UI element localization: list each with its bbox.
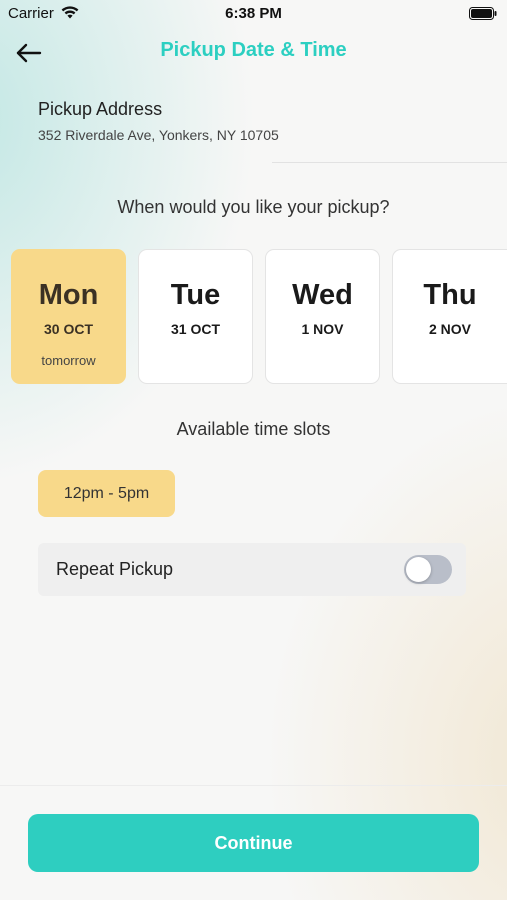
day-card-thu[interactable]: Thu 2 NOV: [392, 249, 507, 384]
pickup-address-label: Pickup Address: [38, 99, 163, 119]
repeat-pickup-toggle[interactable]: [404, 555, 452, 584]
day-date: 1 NOV: [301, 321, 344, 337]
address-divider: [272, 162, 507, 163]
day-name: Wed: [292, 279, 353, 311]
status-time: 6:38 PM: [225, 5, 282, 22]
day-date: 2 NOV: [428, 321, 471, 337]
day-card-tue[interactable]: Tue 31 OCT: [138, 249, 253, 384]
time-slot-button[interactable]: 12pm - 5pm: [38, 470, 175, 517]
day-name: Mon: [38, 279, 99, 311]
day-subtitle: tomorrow: [41, 353, 96, 368]
day-card-mon[interactable]: Mon 30 OCT tomorrow: [11, 249, 126, 384]
battery-icon: [469, 7, 497, 20]
repeat-pickup-label: Repeat Pickup: [56, 559, 174, 579]
pickup-address-value: 352 Riverdale Ave, Yonkers, NY 10705: [38, 127, 279, 143]
bottom-divider: [0, 785, 507, 786]
day-name: Thu: [423, 279, 477, 311]
toggle-knob: [406, 557, 431, 582]
time-slots-title: Available time slots: [176, 419, 331, 439]
day-name: Tue: [170, 279, 221, 311]
status-bar: Carrier 6:38 PM: [0, 0, 507, 28]
day-date: 30 OCT: [43, 321, 93, 337]
day-date: 31 OCT: [170, 321, 220, 337]
pickup-question: When would you like your pickup?: [117, 197, 390, 217]
repeat-pickup-row: Repeat Pickup: [38, 543, 466, 596]
day-card-wed[interactable]: Wed 1 NOV: [265, 249, 380, 384]
page-title: Pickup Date & Time: [160, 39, 347, 61]
continue-button[interactable]: Continue: [28, 814, 479, 872]
